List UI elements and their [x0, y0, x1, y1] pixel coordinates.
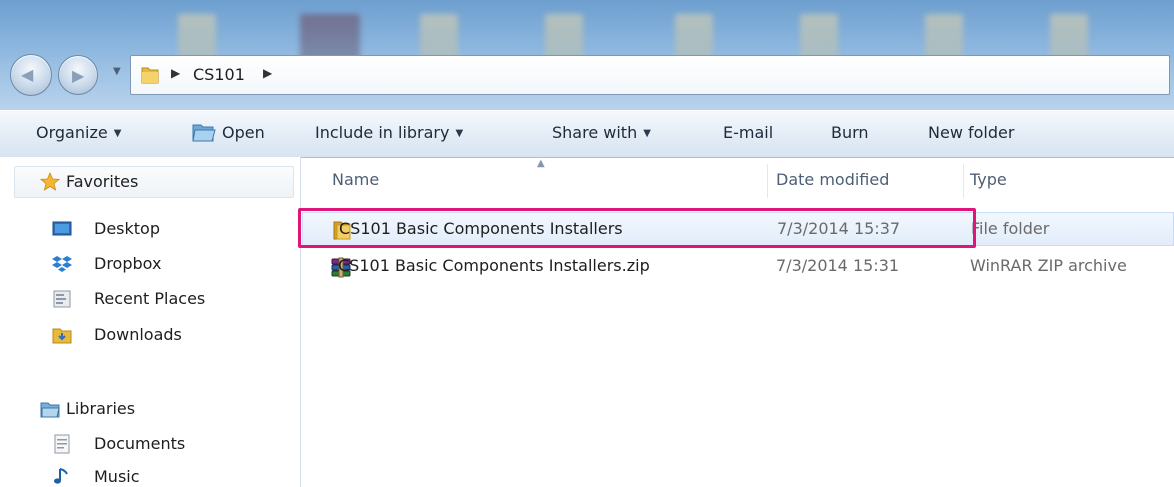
- desktop-icon: [52, 221, 72, 236]
- organize-button[interactable]: Organize ▼: [36, 123, 121, 142]
- nav-item-documents[interactable]: Documents: [94, 434, 185, 453]
- nav-item-downloads[interactable]: Downloads: [94, 325, 182, 344]
- column-header-name[interactable]: Name: [332, 170, 379, 189]
- downloads-icon: [52, 328, 72, 344]
- include-in-library-label: Include in library: [315, 123, 450, 142]
- burn-button[interactable]: Burn: [831, 123, 869, 142]
- email-button[interactable]: E-mail: [723, 123, 773, 142]
- music-icon: [54, 468, 68, 484]
- favorites-label[interactable]: Favorites: [66, 172, 138, 191]
- libraries-icon: [40, 402, 60, 418]
- file-name: CS101 Basic Components Installers.zip: [338, 256, 650, 275]
- star-icon: [40, 172, 60, 191]
- forward-arrow-icon: ▶: [72, 66, 85, 85]
- navigation-pane: Favorites Desktop Dropbox Recent Places …: [0, 157, 300, 487]
- command-bar: Organize ▼ Open Include in library ▼ Share…: [0, 110, 1174, 158]
- window-title-bar: ◀ ▶ ▼ ▶ CS101 ▶: [0, 0, 1174, 110]
- forward-button[interactable]: ▶: [58, 55, 98, 95]
- back-button[interactable]: ◀: [10, 54, 52, 96]
- recent-places-icon: [53, 290, 71, 308]
- highlight-annotation-box: [298, 208, 976, 248]
- pane-splitter[interactable]: [300, 157, 301, 487]
- include-in-library-button[interactable]: Include in library ▼: [315, 123, 463, 142]
- recent-pages-dropdown[interactable]: ▼: [113, 66, 121, 77]
- back-arrow-icon: ◀: [21, 65, 34, 84]
- share-with-button[interactable]: Share with ▼: [552, 123, 651, 142]
- folder-icon: [141, 67, 159, 84]
- dropbox-icon: [52, 256, 72, 272]
- breadcrumb-chevron-icon[interactable]: ▶: [263, 66, 272, 80]
- nav-item-dropbox[interactable]: Dropbox: [94, 254, 161, 273]
- chevron-down-icon: ▼: [455, 128, 464, 139]
- file-date-modified: 7/3/2014 15:31: [776, 256, 900, 275]
- chevron-down-icon: ▼: [113, 128, 122, 139]
- share-with-label: Share with: [552, 123, 638, 142]
- column-divider[interactable]: [767, 164, 768, 198]
- column-divider[interactable]: [963, 164, 964, 198]
- open-button[interactable]: Open: [222, 123, 265, 142]
- nav-item-desktop[interactable]: Desktop: [94, 219, 160, 238]
- file-row[interactable]: CS101 Basic Components Installers.zip 7/…: [302, 250, 1174, 284]
- new-folder-button[interactable]: New folder: [928, 123, 1014, 142]
- libraries-label[interactable]: Libraries: [66, 399, 135, 418]
- open-folder-icon: [192, 124, 216, 142]
- file-type: WinRAR ZIP archive: [970, 256, 1127, 275]
- column-header-date-modified[interactable]: Date modified: [776, 170, 889, 189]
- address-bar[interactable]: ▶ CS101 ▶: [130, 55, 1170, 95]
- chevron-down-icon: ▼: [643, 128, 651, 139]
- organize-label: Organize: [36, 123, 108, 142]
- breadcrumb-cs101[interactable]: CS101: [193, 65, 245, 84]
- nav-item-recent-places[interactable]: Recent Places: [94, 289, 205, 308]
- file-type: File folder: [971, 219, 1050, 238]
- documents-icon: [54, 434, 70, 454]
- sort-ascending-icon: ▲: [537, 158, 545, 169]
- breadcrumb-chevron-icon[interactable]: ▶: [171, 66, 180, 80]
- column-header-type[interactable]: Type: [970, 170, 1007, 189]
- nav-item-music[interactable]: Music: [94, 467, 140, 486]
